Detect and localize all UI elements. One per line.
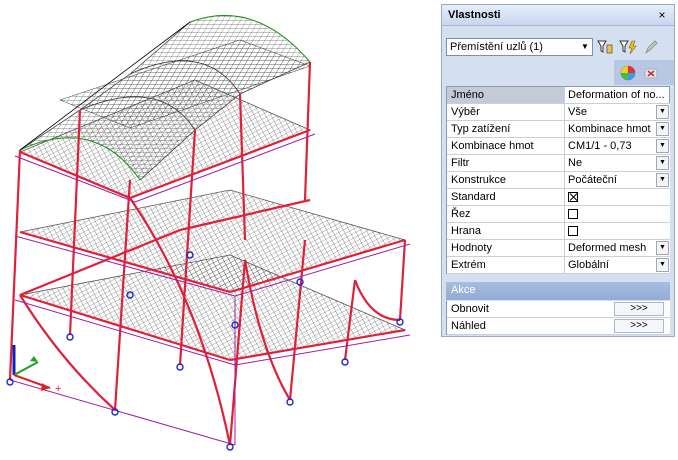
object-selector-value: Přemístění uzlů (1) — [450, 41, 543, 53]
property-name: Hodnoty — [447, 240, 565, 256]
panel-title: Vlastnosti — [448, 9, 501, 21]
property-value-dropdown[interactable]: Počáteční ▼ — [565, 172, 670, 188]
chevron-down-icon[interactable]: ▼ — [656, 156, 669, 170]
clear-icon[interactable] — [641, 63, 661, 83]
property-row: Kombinace hmot CM1/1 - 0,73 ▼ — [447, 138, 670, 155]
property-value-text: Deformation of no... — [568, 89, 665, 101]
property-checkbox-cell — [565, 206, 670, 222]
chevron-down-icon[interactable]: ▼ — [656, 122, 669, 136]
svg-text:+: + — [55, 383, 61, 395]
filter-select-icon[interactable] — [595, 37, 615, 57]
property-value-text: Vše — [568, 106, 587, 118]
property-row: Hrana — [447, 223, 670, 240]
property-value-dropdown[interactable]: Globální ▼ — [565, 257, 670, 273]
action-run-button[interactable]: >>> — [614, 302, 664, 316]
structural-model: + — [6, 15, 411, 451]
property-row: Filtr Ne ▼ — [447, 155, 670, 172]
property-name: Hrana — [447, 223, 565, 239]
property-value-text: Ne — [568, 157, 583, 169]
property-name: Extrém — [447, 257, 565, 273]
property-value-dropdown[interactable]: Kombinace hmot ▼ — [565, 121, 670, 137]
structural-model-viewport[interactable]: + — [0, 0, 440, 460]
object-selector-dropdown[interactable]: Přemístění uzlů (1) ▼ — [446, 38, 593, 56]
action-row: Náhled >>> — [447, 318, 670, 335]
property-value[interactable]: Deformation of no... — [565, 87, 670, 103]
action-label: Obnovit — [451, 303, 489, 315]
property-row: Výběr Vše ▼ — [447, 104, 670, 121]
property-row: Konstrukce Počáteční ▼ — [447, 172, 670, 189]
chevron-down-icon[interactable]: ▼ — [656, 258, 669, 272]
chevron-down-icon[interactable]: ▼ — [656, 173, 669, 187]
action-row: Obnovit >>> — [447, 301, 670, 318]
property-value-text: Počáteční — [568, 174, 617, 186]
property-row: Řez — [447, 206, 670, 223]
property-checkbox[interactable] — [568, 226, 578, 236]
actions-list: Obnovit >>> Náhled >>> — [446, 301, 670, 335]
property-name: Jméno — [447, 87, 565, 103]
property-name: Kombinace hmot — [447, 138, 565, 154]
property-value-dropdown[interactable]: Deformed mesh ▼ — [565, 240, 670, 256]
property-row: Hodnoty Deformed mesh ▼ — [447, 240, 670, 257]
property-value-text: Kombinace hmot — [568, 123, 651, 135]
property-value-dropdown[interactable]: Ne ▼ — [565, 155, 670, 171]
action-run-button[interactable]: >>> — [614, 319, 664, 333]
property-row: Jméno Deformation of no... — [447, 87, 670, 104]
actions-section-header: Akce — [446, 282, 670, 300]
property-value-dropdown[interactable]: CM1/1 - 0,73 ▼ — [565, 138, 670, 154]
color-palette-icon[interactable] — [618, 63, 638, 83]
property-name: Konstrukce — [447, 172, 565, 188]
action-label: Náhled — [451, 320, 486, 332]
panel-title-bar: Vlastnosti × — [442, 5, 674, 26]
property-value-text: CM1/1 - 0,73 — [568, 140, 632, 152]
slab-middle — [19, 189, 407, 293]
chevron-down-icon[interactable]: ▼ — [656, 139, 669, 153]
property-name: Filtr — [447, 155, 565, 171]
properties-panel: Vlastnosti × Přemístění uzlů (1) ▼ Jméno… — [441, 4, 675, 337]
property-value-text: Globální — [568, 259, 609, 271]
chevron-down-icon[interactable]: ▼ — [656, 105, 669, 119]
property-name: Řez — [447, 206, 565, 222]
property-value-dropdown[interactable]: Vše ▼ — [565, 104, 670, 120]
filter-lightning-icon[interactable] — [618, 37, 638, 57]
property-name: Standard — [447, 189, 565, 205]
property-checkbox-cell — [565, 189, 670, 205]
property-checkbox-cell — [565, 223, 670, 239]
chevron-down-icon[interactable]: ▼ — [656, 241, 669, 255]
property-name: Typ zatížení — [447, 121, 565, 137]
property-row: Typ zatížení Kombinace hmot ▼ — [447, 121, 670, 138]
chevron-down-icon: ▼ — [581, 42, 589, 51]
property-value-text: Deformed mesh — [568, 242, 647, 254]
property-name: Výběr — [447, 104, 565, 120]
property-row: Standard — [447, 189, 670, 206]
close-icon[interactable]: × — [656, 8, 668, 22]
property-row: Extrém Globální ▼ — [447, 257, 670, 274]
pencil-icon[interactable] — [641, 37, 661, 57]
property-checkbox[interactable] — [568, 209, 578, 219]
property-checkbox[interactable] — [568, 192, 578, 202]
property-grid: Jméno Deformation of no... Výběr Vše ▼ Typ za… — [446, 86, 670, 274]
